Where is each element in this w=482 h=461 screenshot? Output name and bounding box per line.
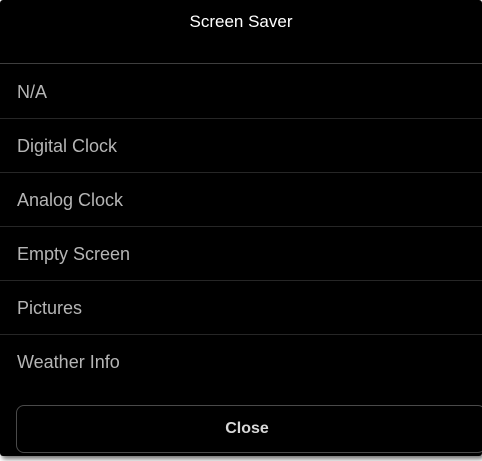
dialog-title: Screen Saver [0,0,482,64]
option-na[interactable]: N/A [0,65,482,119]
option-pictures[interactable]: Pictures [0,281,482,335]
option-analog-clock[interactable]: Analog Clock [0,173,482,227]
screen-saver-option-list: N/A Digital Clock Analog Clock Empty Scr… [0,65,482,389]
dialog-title-text: Screen Saver [189,12,293,31]
option-digital-clock[interactable]: Digital Clock [0,119,482,173]
option-empty-screen[interactable]: Empty Screen [0,227,482,281]
screen-saver-dialog: Screen Saver N/A Digital Clock Analog Cl… [0,0,482,456]
close-button[interactable]: Close [16,405,482,453]
option-weather-info[interactable]: Weather Info [0,335,482,389]
